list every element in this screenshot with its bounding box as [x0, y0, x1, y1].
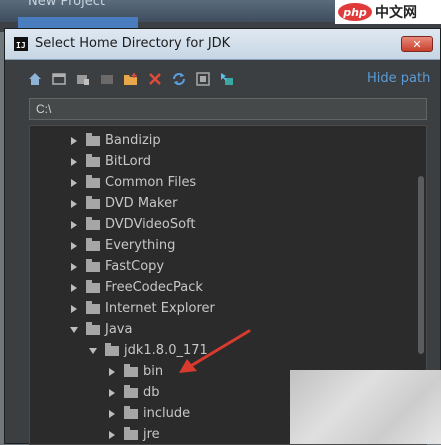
show-hidden-icon[interactable]	[195, 71, 211, 87]
project-icon[interactable]	[75, 71, 91, 87]
folder-icon	[86, 280, 100, 293]
collapsed-arrow-icon[interactable]	[106, 429, 118, 441]
desktop-icon[interactable]	[51, 71, 67, 87]
folder-icon	[124, 364, 138, 377]
tree-node[interactable]: include	[106, 403, 190, 424]
folder-icon	[86, 259, 100, 272]
folder-icon	[124, 385, 138, 398]
tree-node-label: DVDVideoSoft	[105, 217, 196, 232]
folder-icon	[86, 301, 100, 314]
tree-node[interactable]: FreeCodecPack	[68, 277, 203, 298]
collapsed-arrow-icon[interactable]	[106, 366, 118, 378]
tree-scrollbar[interactable]	[418, 176, 424, 354]
tree-node-label: Java	[105, 322, 133, 337]
tree-node[interactable]: DVDVideoSoft	[68, 214, 196, 235]
collapsed-arrow-icon[interactable]	[68, 240, 80, 252]
tree-node[interactable]: BitLord	[68, 151, 151, 172]
drag-drop-icon[interactable]	[219, 71, 235, 87]
folder-icon	[86, 322, 100, 335]
tree-node[interactable]: FastCopy	[68, 256, 164, 277]
dialog-title: Select Home Directory for JDK	[35, 36, 231, 51]
collapsed-arrow-icon[interactable]	[68, 282, 80, 294]
folder-icon	[105, 343, 119, 356]
tree-node-label: FastCopy	[105, 259, 165, 274]
tree-node-label: Internet Explorer	[105, 301, 215, 316]
dialog-titlebar: IJ Select Home Directory for JDK ✕	[5, 29, 440, 60]
folder-icon	[86, 175, 100, 188]
toolbar	[27, 69, 235, 89]
tree-node-label: db	[143, 385, 160, 400]
tree-node[interactable]: db	[106, 382, 160, 403]
home-icon[interactable]	[27, 71, 43, 87]
folder-icon	[86, 196, 100, 209]
tree-node-label: DVD Maker	[105, 196, 178, 211]
tree-node-label: bin	[143, 364, 164, 379]
collapsed-arrow-icon[interactable]	[68, 303, 80, 315]
background-window-title: New Project	[28, 0, 105, 9]
folder-icon	[86, 217, 100, 230]
delete-icon[interactable]	[147, 71, 163, 87]
tree-node-label: jre	[143, 427, 160, 442]
tree-node[interactable]: Common Files	[68, 172, 196, 193]
expanded-arrow-icon[interactable]	[87, 345, 99, 357]
collapsed-arrow-icon[interactable]	[106, 408, 118, 420]
collapsed-arrow-icon[interactable]	[68, 135, 80, 147]
tree-node[interactable]: bin	[106, 361, 163, 382]
expanded-arrow-icon[interactable]	[68, 324, 80, 336]
folder-icon	[86, 133, 100, 146]
intellij-app-icon: IJ	[14, 37, 28, 51]
hide-path-link[interactable]: Hide path	[367, 71, 430, 86]
tree-node-label: Bandizip	[105, 133, 161, 148]
collapsed-arrow-icon[interactable]	[68, 198, 80, 210]
collapsed-arrow-icon[interactable]	[106, 387, 118, 399]
tree-node-label: Common Files	[105, 175, 197, 190]
collapsed-arrow-icon[interactable]	[68, 219, 80, 231]
collapsed-arrow-icon[interactable]	[68, 177, 80, 189]
tree-node-label: FreeCodecPack	[105, 280, 203, 295]
tree-node[interactable]: Bandizip	[68, 130, 161, 151]
php-logo-icon: php	[338, 3, 372, 21]
tree-node-label: Everything	[105, 238, 176, 253]
watermark-text: 中文网	[375, 5, 417, 21]
tree-node[interactable]: DVD Maker	[68, 193, 177, 214]
folder-icon	[124, 406, 138, 419]
blurred-watermark	[290, 370, 441, 444]
refresh-icon[interactable]	[171, 71, 187, 87]
tree-node[interactable]: Java	[68, 319, 132, 340]
tree-node-label: include	[143, 406, 191, 421]
collapsed-arrow-icon[interactable]	[68, 156, 80, 168]
annotation-arrow	[179, 329, 251, 373]
watermark-logo: php 中文网	[335, 0, 441, 24]
tree-node[interactable]: jre	[106, 424, 160, 444]
new-folder-icon[interactable]	[123, 71, 139, 87]
tree-node[interactable]: Everything	[68, 235, 175, 256]
module-icon[interactable]	[99, 71, 115, 87]
close-button[interactable]: ✕	[401, 36, 433, 52]
folder-icon	[124, 427, 138, 440]
collapsed-arrow-icon[interactable]	[68, 261, 80, 273]
path-field[interactable]	[29, 98, 427, 120]
tree-node[interactable]: Internet Explorer	[68, 298, 215, 319]
folder-icon	[86, 154, 100, 167]
tree-node-label: BitLord	[105, 154, 151, 169]
folder-icon	[86, 238, 100, 251]
